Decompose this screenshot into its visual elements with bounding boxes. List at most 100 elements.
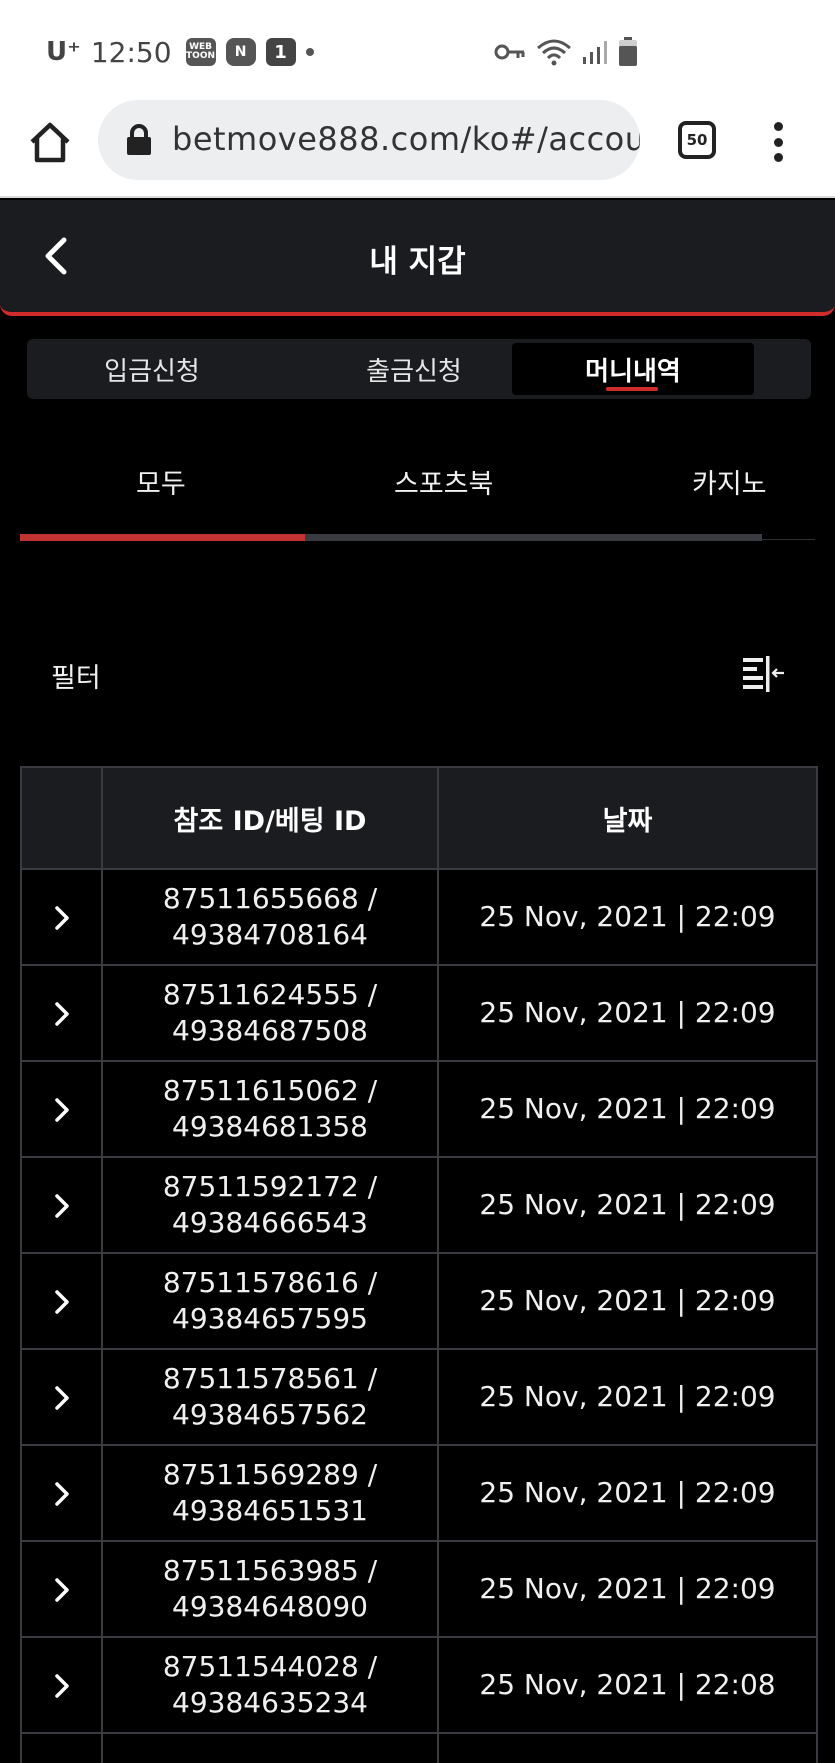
date-cell: 25 Nov, 2021 | 22:09 [437, 1252, 818, 1350]
header-expand [20, 766, 103, 870]
date-cell: 25 Nov, 2021 | 22:09 [437, 868, 818, 966]
date-cell: 25 Nov, 2021 | 22:09 [437, 1444, 818, 1542]
date-cell: 25 Nov, 2021 | 22:09 [437, 1348, 818, 1446]
table-row[interactable]: 87511578616 /49384657595 25 Nov, 2021 | … [20, 1252, 818, 1350]
ref-bet-id-cell: 87511615062 /49384681358 [101, 1060, 439, 1158]
table-row[interactable]: 87511563985 /49384648090 25 Nov, 2021 | … [20, 1540, 818, 1638]
chevron-right-icon[interactable] [53, 905, 71, 931]
tab-label: 출금신청 [366, 356, 462, 387]
table-row[interactable]: 87511544028 /49384635234 25 Nov, 2021 | … [20, 1636, 818, 1734]
bet-id: 49384681358 [172, 1110, 368, 1143]
main-tabs: 입금신청 출금신청 머니내역 [27, 339, 811, 399]
table-row[interactable] [20, 1732, 818, 1763]
active-tab-underline [606, 387, 658, 391]
page-title: 내 지갑 [369, 244, 466, 280]
chevron-right-icon[interactable] [53, 1385, 71, 1411]
expand-cell[interactable] [20, 1444, 103, 1542]
webtoon-notification-icon: WEB TOON [185, 38, 216, 66]
table-row[interactable]: 87511615062 /49384681358 25 Nov, 2021 | … [20, 1060, 818, 1158]
date-cell: 25 Nov, 2021 | 22:08 [437, 1636, 818, 1734]
ref-id: 87511592172 / [162, 1170, 378, 1203]
bet-id: 49384687508 [172, 1014, 368, 1047]
ref-bet-id-cell: 87511569289 /49384651531 [101, 1444, 439, 1542]
expand-cell[interactable] [20, 1060, 103, 1158]
home-icon[interactable] [26, 118, 74, 166]
bet-id: 49384651531 [172, 1494, 368, 1527]
ref-id: 87511569289 / [162, 1458, 378, 1491]
ref-id: 87511655668 / [162, 882, 378, 915]
app-root: U⁺ 12:50 WEB TOON N 1 betmove888.com/ko#… [0, 0, 835, 1763]
ref-bet-id-cell: 87511563985 /49384648090 [101, 1540, 439, 1638]
filter-toggle-icon[interactable] [740, 654, 786, 696]
table-row[interactable]: 87511569289 /49384651531 25 Nov, 2021 | … [20, 1444, 818, 1542]
bet-id: 49384657595 [172, 1302, 368, 1335]
tab-money-history[interactable]: 머니내역 [512, 343, 754, 395]
subtab-sportsbook[interactable]: 스포츠북 [394, 462, 493, 501]
naver-notification-icon: N [225, 38, 256, 66]
wifi-icon [537, 39, 571, 66]
battery-icon [619, 37, 637, 66]
url-text[interactable]: betmove888.com/ko#/accour [172, 120, 640, 158]
number-notification-icon: 1 [265, 38, 296, 66]
date-cell: 25 Nov, 2021 | 22:09 [437, 964, 818, 1062]
browser-toolbar: betmove888.com/ko#/accour 50 [0, 98, 835, 198]
more-menu-icon[interactable] [764, 118, 792, 166]
ref-id: 87511544028 / [162, 1650, 378, 1683]
table-row[interactable]: 87511624555 /49384687508 25 Nov, 2021 | … [20, 964, 818, 1062]
date-cell: 25 Nov, 2021 | 22:09 [437, 1540, 818, 1638]
ref-id: 87511624555 / [162, 978, 378, 1011]
address-bar[interactable]: betmove888.com/ko#/accour [98, 100, 640, 180]
status-bar: U⁺ 12:50 WEB TOON N 1 [0, 0, 835, 98]
expand-cell[interactable] [20, 1732, 103, 1763]
date-cell: 25 Nov, 2021 | 22:09 [437, 1060, 818, 1158]
ref-id: 87511615062 / [162, 1074, 378, 1107]
sub-tabs: 모두 스포츠북 카지노 [20, 450, 815, 542]
ref-bet-id-cell: 87511578616 /49384657595 [101, 1252, 439, 1350]
subtab-casino[interactable]: 카지노 [692, 462, 767, 501]
money-history-table: 참조 ID/베팅 ID 날짜 87511655668 /49384708164 … [20, 766, 818, 1763]
ref-bet-id-cell [101, 1732, 439, 1763]
chevron-right-icon[interactable] [53, 1289, 71, 1315]
app-header: 내 지갑 [0, 200, 835, 316]
ref-bet-id-cell: 87511544028 /49384635234 [101, 1636, 439, 1734]
ref-id: 87511578616 / [162, 1266, 378, 1299]
expand-cell[interactable] [20, 868, 103, 966]
chevron-right-icon[interactable] [53, 1001, 71, 1027]
date-cell [437, 1732, 818, 1763]
clock: 12:50 [90, 35, 172, 69]
chevron-right-icon[interactable] [53, 1097, 71, 1123]
carrier-label: U⁺ [46, 37, 81, 67]
tab-label: 머니내역 [585, 356, 681, 387]
subtab-active-indicator [20, 534, 305, 541]
signal-icon [583, 41, 607, 64]
expand-cell[interactable] [20, 964, 103, 1062]
subtab-all[interactable]: 모두 [136, 462, 186, 501]
ref-bet-id-cell: 87511592172 /49384666543 [101, 1156, 439, 1254]
ref-bet-id-cell: 87511624555 /49384687508 [101, 964, 439, 1062]
header-ref-id: 참조 ID/베팅 ID [101, 766, 439, 870]
expand-cell[interactable] [20, 1252, 103, 1350]
tab-withdrawal-request[interactable]: 출금신청 [293, 343, 535, 395]
table-row[interactable]: 87511592172 /49384666543 25 Nov, 2021 | … [20, 1156, 818, 1254]
chevron-right-icon[interactable] [53, 1481, 71, 1507]
chevron-right-icon[interactable] [53, 1577, 71, 1603]
tab-deposit-request[interactable]: 입금신청 [31, 343, 273, 395]
table-row[interactable]: 87511578561 /49384657562 25 Nov, 2021 | … [20, 1348, 818, 1446]
subtab-divider [762, 539, 815, 540]
tab-switcher-button[interactable]: 50 [678, 121, 716, 159]
expand-cell[interactable] [20, 1348, 103, 1446]
header-date: 날짜 [437, 766, 818, 870]
chevron-right-icon[interactable] [53, 1673, 71, 1699]
lock-icon[interactable] [126, 124, 152, 156]
ref-id: 87511563985 / [162, 1554, 378, 1587]
expand-cell[interactable] [20, 1156, 103, 1254]
bet-id: 49384635234 [172, 1686, 368, 1719]
status-bar-left: U⁺ 12:50 WEB TOON N 1 [46, 32, 314, 72]
expand-cell[interactable] [20, 1540, 103, 1638]
more-notifications-dot-icon [305, 48, 314, 56]
status-bar-right [494, 34, 638, 70]
chevron-right-icon[interactable] [53, 1193, 71, 1219]
table-row[interactable]: 87511655668 /49384708164 25 Nov, 2021 | … [20, 868, 818, 966]
ref-id: 87511578561 / [162, 1362, 378, 1395]
expand-cell[interactable] [20, 1636, 103, 1734]
